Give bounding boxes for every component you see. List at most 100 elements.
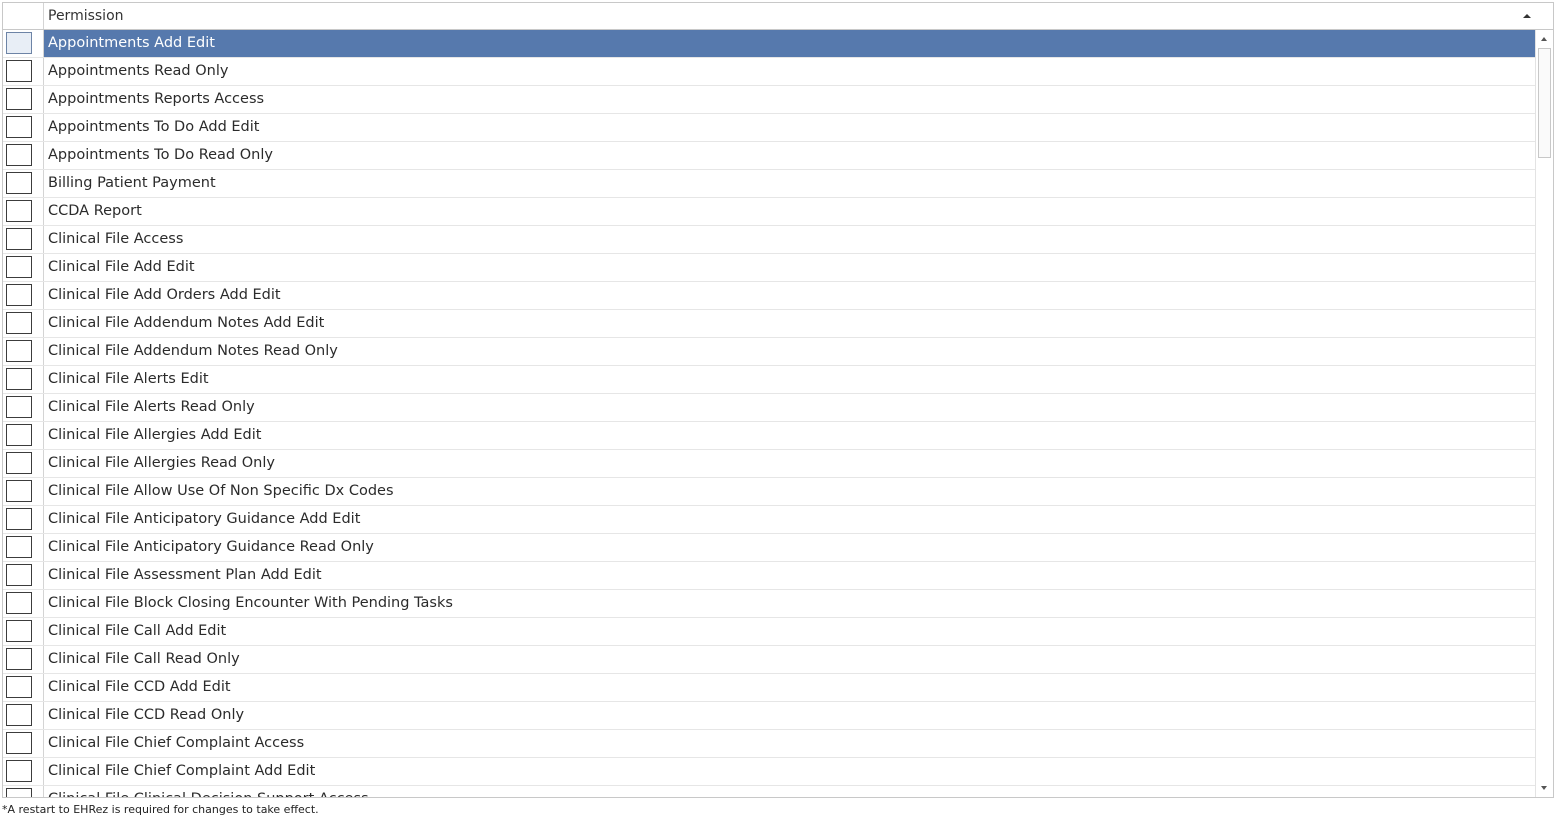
permission-checkbox[interactable] xyxy=(6,788,32,797)
permission-label: Clinical File CCD Add Edit xyxy=(48,679,231,695)
table-row[interactable]: Clinical File Allergies Add Edit xyxy=(3,422,1536,450)
permission-checkbox[interactable] xyxy=(6,508,32,530)
permission-checkbox[interactable] xyxy=(6,648,32,670)
scroll-thumb[interactable] xyxy=(1538,48,1551,158)
restart-note: *A restart to EHRez is required for chan… xyxy=(2,803,319,816)
permission-label: Clinical File Clinical Decision Support … xyxy=(48,791,369,797)
permission-checkbox[interactable] xyxy=(6,32,32,54)
checkbox-cell xyxy=(3,590,44,617)
permission-label: Clinical File Access xyxy=(48,231,184,247)
table-row[interactable]: CCDA Report xyxy=(3,198,1536,226)
checkbox-cell xyxy=(3,142,44,169)
permission-label: Clinical File Allergies Read Only xyxy=(48,455,275,471)
permission-checkbox[interactable] xyxy=(6,620,32,642)
table-row[interactable]: Clinical File Call Read Only xyxy=(3,646,1536,674)
table-row[interactable]: Clinical File Allow Use Of Non Specific … xyxy=(3,478,1536,506)
checkbox-cell xyxy=(3,86,44,113)
permission-label: Clinical File Anticipatory Guidance Add … xyxy=(48,511,361,527)
table-row[interactable]: Clinical File Add Edit xyxy=(3,254,1536,282)
table-row[interactable]: Clinical File Chief Complaint Access xyxy=(3,730,1536,758)
scroll-down-arrow-icon[interactable] xyxy=(1538,781,1551,795)
table-row[interactable]: Clinical File Add Orders Add Edit xyxy=(3,282,1536,310)
permission-checkbox[interactable] xyxy=(6,340,32,362)
table-row[interactable]: Clinical File Allergies Read Only xyxy=(3,450,1536,478)
permission-checkbox[interactable] xyxy=(6,172,32,194)
sort-ascending-icon[interactable] xyxy=(1523,14,1531,18)
permission-label: Clinical File Add Edit xyxy=(48,259,195,275)
checkbox-column-header[interactable] xyxy=(3,3,44,29)
permission-label: Clinical File Alerts Read Only xyxy=(48,399,255,415)
permission-checkbox[interactable] xyxy=(6,396,32,418)
permission-label: Clinical File Anticipatory Guidance Read… xyxy=(48,539,374,555)
permission-checkbox[interactable] xyxy=(6,732,32,754)
table-row[interactable]: Appointments To Do Add Edit xyxy=(3,114,1536,142)
vertical-scrollbar[interactable] xyxy=(1535,30,1553,797)
permission-checkbox[interactable] xyxy=(6,228,32,250)
permission-checkbox[interactable] xyxy=(6,312,32,334)
scroll-up-arrow-icon[interactable] xyxy=(1538,32,1551,46)
permission-checkbox[interactable] xyxy=(6,676,32,698)
checkbox-cell xyxy=(3,114,44,141)
permission-label: CCDA Report xyxy=(48,203,142,219)
permission-label: Clinical File Call Add Edit xyxy=(48,623,227,639)
checkbox-cell xyxy=(3,170,44,197)
permission-checkbox[interactable] xyxy=(6,144,32,166)
table-row[interactable]: Clinical File Assessment Plan Add Edit xyxy=(3,562,1536,590)
permission-checkbox[interactable] xyxy=(6,536,32,558)
table-row[interactable]: Clinical File Access xyxy=(3,226,1536,254)
checkbox-cell xyxy=(3,282,44,309)
permission-checkbox[interactable] xyxy=(6,368,32,390)
permission-checkbox[interactable] xyxy=(6,564,32,586)
checkbox-cell xyxy=(3,674,44,701)
table-row[interactable]: Clinical File Clinical Decision Support … xyxy=(3,786,1536,797)
checkbox-cell xyxy=(3,310,44,337)
checkbox-cell xyxy=(3,422,44,449)
permission-label: Clinical File Add Orders Add Edit xyxy=(48,287,281,303)
permissions-grid[interactable]: Permission Appointments Add Edit Appointm… xyxy=(2,2,1554,798)
permission-checkbox[interactable] xyxy=(6,284,32,306)
table-row[interactable]: Appointments Read Only xyxy=(3,58,1536,86)
permission-checkbox[interactable] xyxy=(6,424,32,446)
table-row[interactable]: Clinical File Block Closing Encounter Wi… xyxy=(3,590,1536,618)
grid-rows: Appointments Add Edit Appointments Read O… xyxy=(3,30,1536,797)
permission-label: Clinical File Call Read Only xyxy=(48,651,240,667)
permission-label: Clinical File Addendum Notes Read Only xyxy=(48,343,338,359)
checkbox-cell xyxy=(3,366,44,393)
permission-label: Clinical File Chief Complaint Add Edit xyxy=(48,763,316,779)
permission-checkbox[interactable] xyxy=(6,60,32,82)
table-row[interactable]: Clinical File Alerts Read Only xyxy=(3,394,1536,422)
table-row[interactable]: Clinical File CCD Add Edit xyxy=(3,674,1536,702)
table-row[interactable]: Appointments Add Edit xyxy=(3,30,1536,58)
checkbox-cell xyxy=(3,394,44,421)
table-row[interactable]: Clinical File Alerts Edit xyxy=(3,366,1536,394)
table-row[interactable]: Clinical File Chief Complaint Add Edit xyxy=(3,758,1536,786)
table-row[interactable]: Clinical File Anticipatory Guidance Read… xyxy=(3,534,1536,562)
permission-checkbox[interactable] xyxy=(6,704,32,726)
table-row[interactable]: Clinical File CCD Read Only xyxy=(3,702,1536,730)
permission-checkbox[interactable] xyxy=(6,200,32,222)
permission-checkbox[interactable] xyxy=(6,480,32,502)
checkbox-cell xyxy=(3,30,44,57)
table-row[interactable]: Clinical File Anticipatory Guidance Add … xyxy=(3,506,1536,534)
table-row[interactable]: Clinical File Call Add Edit xyxy=(3,618,1536,646)
table-row[interactable]: Billing Patient Payment xyxy=(3,170,1536,198)
permission-label: Appointments To Do Read Only xyxy=(48,147,273,163)
permission-checkbox[interactable] xyxy=(6,592,32,614)
checkbox-cell xyxy=(3,58,44,85)
permission-label: Clinical File Alerts Edit xyxy=(48,371,209,387)
checkbox-cell xyxy=(3,506,44,533)
permission-checkbox[interactable] xyxy=(6,256,32,278)
permission-label: Clinical File Chief Complaint Access xyxy=(48,735,305,751)
permission-label: Appointments To Do Add Edit xyxy=(48,119,260,135)
table-row[interactable]: Appointments Reports Access xyxy=(3,86,1536,114)
checkbox-cell xyxy=(3,618,44,645)
permission-label: Appointments Reports Access xyxy=(48,91,265,107)
permission-checkbox[interactable] xyxy=(6,760,32,782)
permission-checkbox[interactable] xyxy=(6,452,32,474)
permission-column-header[interactable]: Permission xyxy=(48,8,124,24)
table-row[interactable]: Clinical File Addendum Notes Read Only xyxy=(3,338,1536,366)
permission-checkbox[interactable] xyxy=(6,116,32,138)
permission-checkbox[interactable] xyxy=(6,88,32,110)
table-row[interactable]: Appointments To Do Read Only xyxy=(3,142,1536,170)
table-row[interactable]: Clinical File Addendum Notes Add Edit xyxy=(3,310,1536,338)
